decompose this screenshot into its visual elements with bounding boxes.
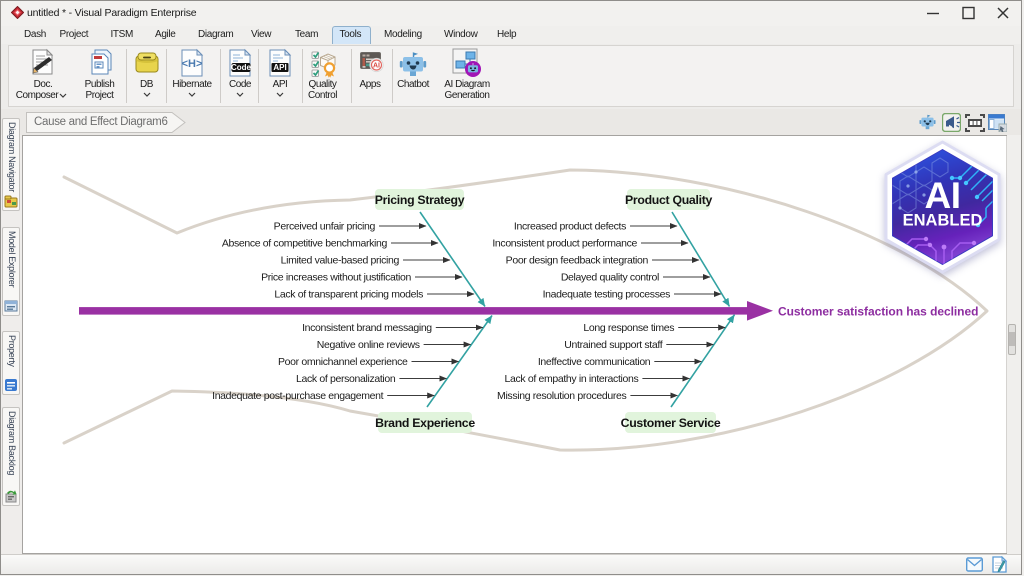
svg-text:Negative online reviews: Negative online reviews bbox=[317, 339, 420, 351]
svg-text:AI: AI bbox=[373, 63, 380, 70]
svg-text:AI: AI bbox=[925, 175, 961, 216]
svg-text:Absence of competitive benchma: Absence of competitive benchmarking bbox=[222, 238, 388, 250]
svg-text:Price increases without justif: Price increases without justification bbox=[261, 272, 411, 284]
svg-text:Pricing Strategy: Pricing Strategy bbox=[375, 193, 465, 207]
svg-text:Lack of transparent pricing mo: Lack of transparent pricing models bbox=[274, 289, 423, 301]
svg-text:Lack of empathy in interaction: Lack of empathy in interactions bbox=[504, 373, 638, 385]
svg-text:Customer satisfaction has decl: Customer satisfaction has declined bbox=[778, 305, 978, 319]
svg-text:Limited value-based pricing: Limited value-based pricing bbox=[281, 255, 400, 267]
svg-text:Code: Code bbox=[231, 63, 252, 72]
svg-text:Brand Experience: Brand Experience bbox=[375, 416, 475, 430]
svg-text:Long response times: Long response times bbox=[583, 322, 674, 334]
svg-text:Product Quality: Product Quality bbox=[625, 193, 713, 207]
svg-text:Inadequate post-purchase engag: Inadequate post-purchase engagement bbox=[212, 390, 383, 402]
svg-text:Inconsistent brand messaging: Inconsistent brand messaging bbox=[302, 322, 432, 334]
svg-text:Inadequate testing processes: Inadequate testing processes bbox=[543, 289, 670, 301]
svg-text:Perceived unfair pricing: Perceived unfair pricing bbox=[274, 221, 376, 233]
svg-text:Delayed quality control: Delayed quality control bbox=[561, 272, 659, 284]
svg-text:ENABLED: ENABLED bbox=[903, 212, 983, 230]
svg-text:Lack of personalization: Lack of personalization bbox=[296, 373, 396, 385]
svg-text:Ineffective communication: Ineffective communication bbox=[538, 356, 651, 368]
svg-text:Poor design feedback integrati: Poor design feedback integration bbox=[506, 255, 649, 267]
svg-text:Inconsistent product performan: Inconsistent product performance bbox=[492, 238, 637, 250]
svg-text:Poor omnichannel experience: Poor omnichannel experience bbox=[278, 356, 408, 368]
svg-text:Customer Service: Customer Service bbox=[621, 416, 721, 430]
svg-text:Missing resolution procedures: Missing resolution procedures bbox=[497, 390, 626, 402]
svg-text:<H>: <H> bbox=[182, 58, 203, 70]
svg-text:API: API bbox=[273, 63, 286, 72]
svg-text:Untrained support staff: Untrained support staff bbox=[564, 339, 662, 351]
svg-text:Increased product defects: Increased product defects bbox=[514, 221, 626, 233]
